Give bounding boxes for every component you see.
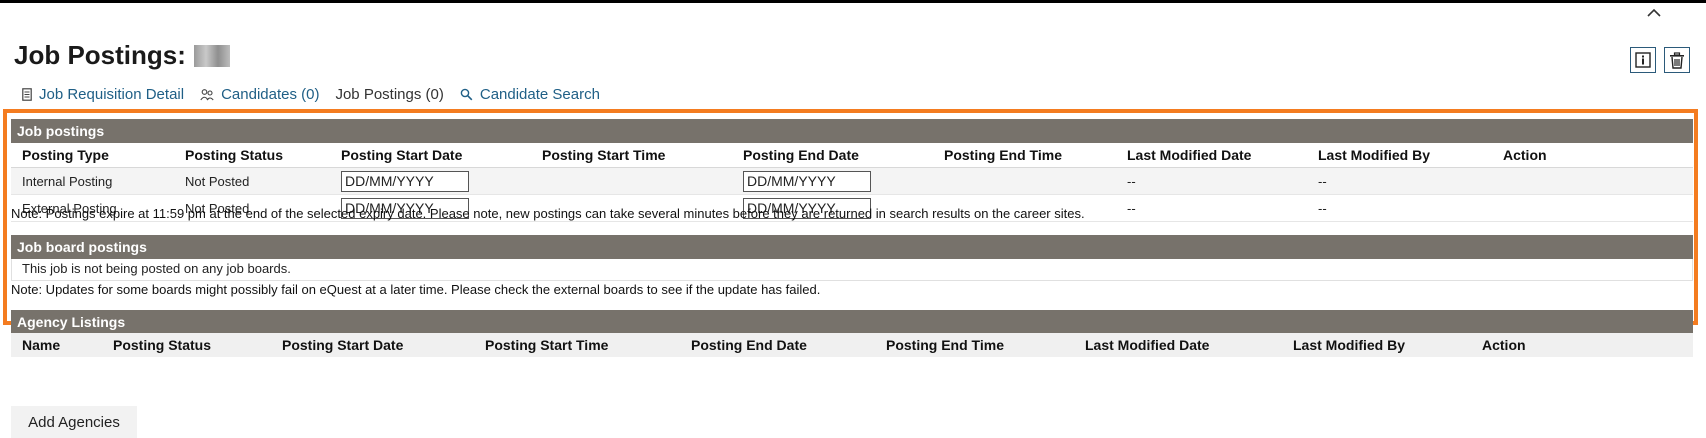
top-border — [0, 0, 1706, 3]
search-icon — [460, 88, 473, 101]
tab-label: Job Postings (0) — [335, 86, 444, 103]
column-header: Posting Start Time — [542, 147, 666, 163]
page-title: Job Postings: — [14, 40, 230, 71]
column-header: Posting Type — [22, 147, 109, 163]
page-title-text: Job Postings: — [14, 40, 186, 70]
collapse-button[interactable] — [1642, 4, 1666, 24]
job-board-message: This job is not being posted on any job … — [11, 259, 1693, 281]
tab-candidates[interactable]: Candidates (0) — [200, 86, 319, 103]
modified-date: -- — [1127, 200, 1136, 216]
column-header: Posting Status — [113, 337, 212, 353]
table-row: Internal Posting Not Posted -- -- — [11, 168, 1693, 195]
job-board-note: Note: Updates for some boards might poss… — [11, 282, 821, 297]
redacted-title-value — [193, 44, 230, 67]
job-board-header: Job board postings — [11, 235, 1693, 259]
add-agencies-button[interactable]: Add Agencies — [11, 406, 137, 438]
column-header: Posting Start Date — [341, 147, 463, 163]
tab-job-postings[interactable]: Job Postings (0) — [335, 86, 443, 103]
tab-candidate-search[interactable]: Candidate Search — [460, 86, 600, 103]
column-header: Last Modified Date — [1127, 147, 1252, 163]
people-icon — [200, 88, 214, 101]
column-header: Posting Status — [185, 147, 284, 163]
column-header: Last Modified By — [1318, 147, 1431, 163]
column-header: Action — [1482, 337, 1526, 353]
start-date-input[interactable] — [341, 170, 469, 192]
table-header-row: Posting Type Posting Status Posting Star… — [11, 143, 1693, 168]
tab-label: Job Requisition Detail — [39, 86, 185, 103]
end-date-input[interactable] — [743, 170, 871, 192]
column-header: Name — [22, 337, 61, 353]
agency-listings-header: Agency Listings — [11, 310, 1693, 334]
column-header: Posting End Time — [886, 337, 1004, 353]
modified-by: -- — [1318, 200, 1327, 216]
column-header: Last Modified Date — [1085, 337, 1210, 353]
modified-date: -- — [1127, 173, 1136, 189]
info-icon — [1635, 52, 1651, 68]
delete-button[interactable] — [1664, 47, 1690, 73]
end-date-cell — [732, 170, 933, 192]
agency-table-header-row: Name Posting Status Posting Start Date P… — [11, 333, 1693, 357]
info-button[interactable] — [1630, 47, 1656, 73]
page-tabs: Job Requisition Detail Candidates (0) Jo… — [22, 86, 616, 103]
posting-type: Internal Posting — [22, 173, 113, 189]
modified-by: -- — [1318, 173, 1327, 189]
trash-icon — [1670, 51, 1684, 69]
tab-label: Candidates (0) — [221, 86, 320, 103]
column-header: Posting Start Date — [282, 337, 404, 353]
column-header: Action — [1503, 147, 1547, 163]
column-header: Posting End Date — [691, 337, 807, 353]
tab-label: Candidate Search — [479, 86, 600, 103]
start-date-cell — [330, 170, 531, 192]
job-postings-header: Job postings — [11, 119, 1693, 143]
column-header: Posting End Date — [743, 147, 859, 163]
document-icon — [22, 88, 32, 101]
chevron-up-icon — [1647, 8, 1661, 17]
column-header: Last Modified By — [1293, 337, 1406, 353]
column-header: Posting End Time — [944, 147, 1062, 163]
posting-status: Not Posted — [185, 173, 250, 189]
tab-job-requisition-detail[interactable]: Job Requisition Detail — [22, 86, 184, 103]
column-header: Posting Start Time — [485, 337, 609, 353]
postings-note: Note: Postings expire at 11:59 pm at the… — [11, 206, 1085, 221]
